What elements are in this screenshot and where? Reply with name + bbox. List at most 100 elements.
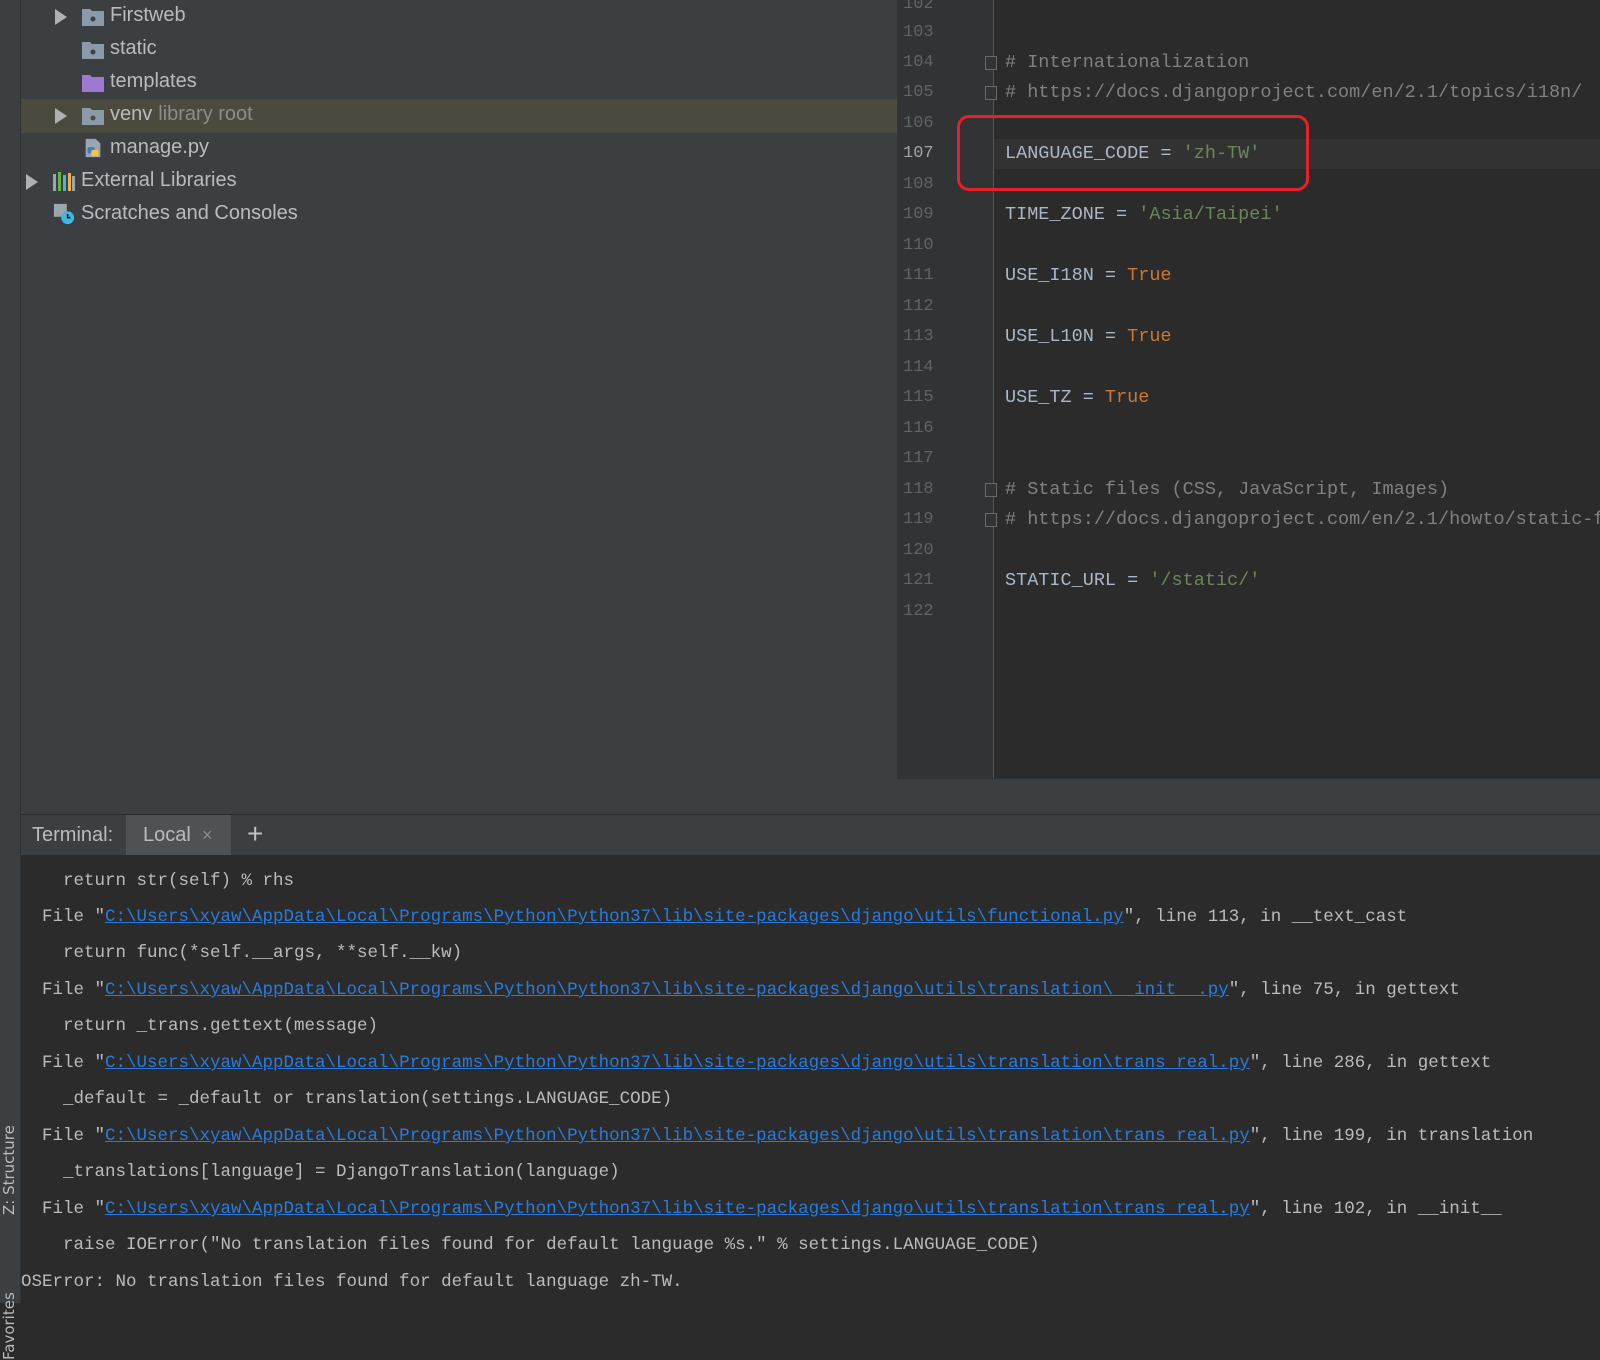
terminal-text: File " <box>21 1126 106 1146</box>
templates-folder-icon <box>82 75 104 92</box>
terminal-line: _translations[language] = DjangoTranslat… <box>21 1162 620 1182</box>
fold-marker-icon[interactable] <box>985 86 997 100</box>
terminal-text: ", line 286, in gettext <box>1249 1053 1492 1073</box>
code-line-115: USE_TZ = True <box>1005 383 1149 413</box>
traceback-file-link[interactable]: C:\Users\xyaw\AppData\Local\Programs\Pyt… <box>105 1199 1250 1219</box>
line-number: 120 <box>903 541 934 560</box>
code-string: 'Asia/Taipei' <box>1138 204 1283 225</box>
annotation-highlight-box <box>957 115 1309 191</box>
terminal-line: raise IOError("No translation files foun… <box>21 1235 1040 1255</box>
left-tool-strip: Z: Structure Favorites <box>0 0 21 1360</box>
tree-item-label: static <box>110 37 157 59</box>
terminal-text: ", line 199, in translation <box>1249 1126 1534 1146</box>
code-line-118: # Static files (CSS, JavaScript, Images) <box>1005 479 1450 500</box>
terminal-line: File "C:\Users\xyaw\AppData\Local\Progra… <box>21 1191 1502 1227</box>
code-keyword: True <box>1127 265 1172 286</box>
traceback-file-link[interactable]: C:\Users\xyaw\AppData\Local\Programs\Pyt… <box>105 1053 1250 1073</box>
scratches-icon <box>53 203 75 225</box>
line-number: 102 <box>903 0 934 14</box>
terminal-tool-header: Terminal: Local × + <box>21 814 1600 856</box>
line-number: 105 <box>903 83 934 102</box>
line-number: 110 <box>903 236 934 255</box>
library-root-hint: library root <box>158 103 253 125</box>
terminal-line: return str(self) % rhs <box>21 871 295 891</box>
tree-item-firstweb[interactable]: Firstweb <box>21 0 897 34</box>
project-tree-panel: Firstweb static templates venv library ro… <box>21 0 897 814</box>
editor-status-strip <box>897 778 1600 815</box>
line-number: 115 <box>903 388 934 407</box>
line-number: 116 <box>903 419 934 438</box>
code-key: TIME_ZONE = <box>1005 204 1139 225</box>
terminal-text: ", line 113, in __text_cast <box>1123 907 1408 927</box>
terminal-line: File "C:\Users\xyaw\AppData\Local\Progra… <box>21 899 1407 935</box>
terminal-title: Terminal: <box>32 824 114 846</box>
terminal-output[interactable]: return str(self) % rhs File "C:\Users\xy… <box>21 855 1600 1303</box>
terminal-text: File " <box>21 907 106 927</box>
line-number: 121 <box>903 571 934 590</box>
terminal-text: File " <box>21 980 106 1000</box>
folder-icon <box>82 9 104 26</box>
code-string: '/static/' <box>1149 570 1261 591</box>
line-number: 104 <box>903 53 934 72</box>
code-line-121: STATIC_URL = '/static/' <box>1005 566 1260 596</box>
code-line-104: # Internationalization <box>1005 52 1250 73</box>
line-number: 117 <box>903 449 934 468</box>
code-key: USE_L10N = <box>1005 326 1128 347</box>
terminal-text: File " <box>21 1199 106 1219</box>
structure-tool-tab[interactable]: Z: Structure <box>0 1090 20 1215</box>
terminal-text: ", line 102, in __init__ <box>1249 1199 1502 1219</box>
terminal-line: File "C:\Users\xyaw\AppData\Local\Progra… <box>21 1045 1491 1081</box>
line-number: 118 <box>903 480 934 499</box>
line-number: 122 <box>903 602 934 621</box>
fold-marker-icon[interactable] <box>985 56 997 70</box>
code-line-111: USE_I18N = True <box>1005 261 1172 291</box>
library-icon <box>53 172 75 191</box>
fold-marker-icon[interactable] <box>985 513 997 527</box>
code-key: USE_TZ = <box>1005 387 1105 408</box>
terminal-text: File " <box>21 1053 106 1073</box>
fold-marker-icon[interactable] <box>985 483 997 497</box>
code-line-105: # https://docs.djangoproject.com/en/2.1/… <box>1005 82 1583 103</box>
code-key: USE_I18N = <box>1005 265 1128 286</box>
tree-item-external-libraries[interactable]: External Libraries <box>21 165 897 199</box>
terminal-line: File "C:\Users\xyaw\AppData\Local\Progra… <box>21 1118 1533 1154</box>
tree-item-venv[interactable]: venv library root <box>21 99 897 133</box>
terminal-line: return func(*self.__args, **self.__kw) <box>21 943 463 963</box>
tree-item-label: templates <box>110 70 197 92</box>
expand-arrow-icon[interactable] <box>55 108 67 124</box>
code-line-109: TIME_ZONE = 'Asia/Taipei' <box>1005 200 1283 230</box>
python-file-icon <box>85 138 101 158</box>
traceback-file-link[interactable]: C:\Users\xyaw\AppData\Local\Programs\Pyt… <box>105 980 1229 1000</box>
code-keyword: True <box>1127 326 1172 347</box>
tree-item-label: Firstweb <box>110 4 186 26</box>
tree-item-manage-py[interactable]: manage.py <box>21 132 897 166</box>
tree-item-label: Scratches and Consoles <box>81 202 298 224</box>
traceback-file-link[interactable]: C:\Users\xyaw\AppData\Local\Programs\Pyt… <box>105 907 1124 927</box>
favorites-tool-tab[interactable]: Favorites <box>0 1240 20 1360</box>
code-line-119: # https://docs.djangoproject.com/en/2.1/… <box>1005 509 1600 530</box>
traceback-file-link[interactable]: C:\Users\xyaw\AppData\Local\Programs\Pyt… <box>105 1126 1250 1146</box>
tree-item-label-group: venv library root <box>110 103 253 126</box>
line-number: 114 <box>903 358 934 377</box>
close-icon[interactable]: × <box>202 825 213 846</box>
tree-item-templates[interactable]: templates <box>21 66 897 100</box>
folder-icon <box>82 108 104 125</box>
terminal-text: ", line 75, in gettext <box>1228 980 1460 1000</box>
line-number: 112 <box>903 297 934 316</box>
tree-item-label: manage.py <box>110 136 209 158</box>
expand-arrow-icon[interactable] <box>55 9 67 25</box>
tree-item-scratches-and-consoles[interactable]: Scratches and Consoles <box>21 198 897 232</box>
line-number: 109 <box>903 205 934 224</box>
line-number: 108 <box>903 175 934 194</box>
tree-item-label: venv <box>110 103 153 125</box>
terminal-line: _default = _default or translation(setti… <box>21 1089 673 1109</box>
folder-icon <box>82 42 104 59</box>
line-number: 119 <box>903 510 934 529</box>
tab-local[interactable]: Local × <box>126 815 231 855</box>
line-number: 113 <box>903 327 934 346</box>
tree-item-static[interactable]: static <box>21 33 897 67</box>
expand-arrow-icon[interactable] <box>26 174 38 190</box>
code-keyword: True <box>1104 387 1150 408</box>
add-terminal-tab-button[interactable]: + <box>247 818 263 850</box>
line-number-current: 107 <box>903 144 934 163</box>
